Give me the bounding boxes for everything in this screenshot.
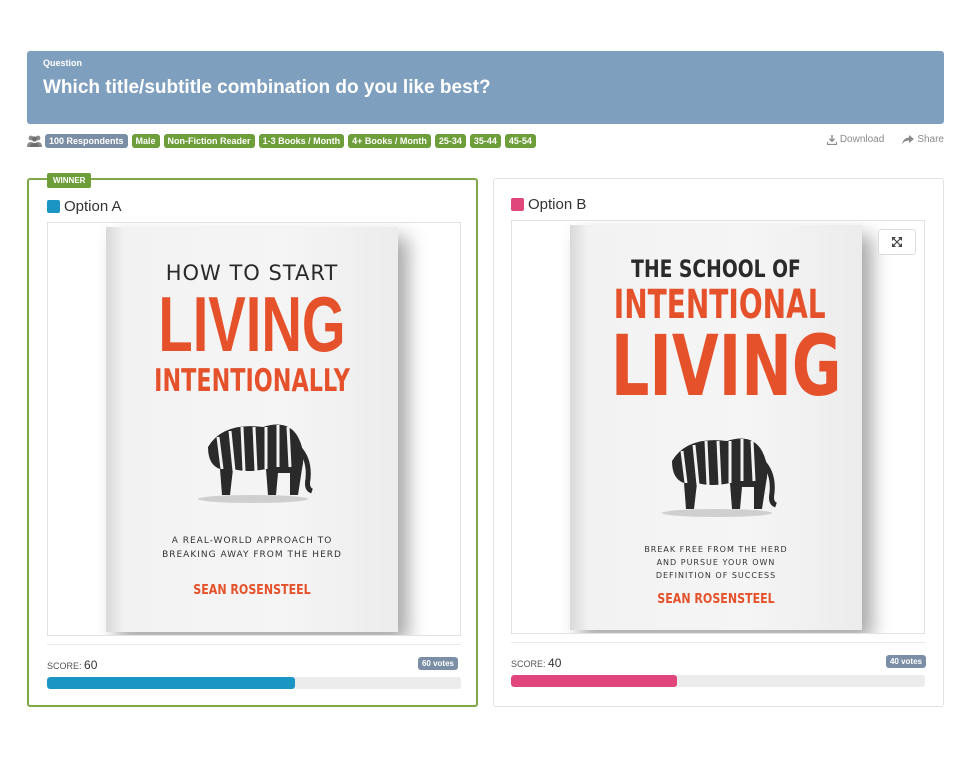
option-b-score-label: SCORE: — [511, 659, 546, 669]
option-a-book-cover: HOW TO START LIVING INTENTIONALLY A REAL… — [106, 227, 398, 632]
option-b-card[interactable]: Option B THE SCHOOL OF INTENTIONAL LIVIN… — [493, 178, 944, 707]
result-actions: Download Share — [826, 134, 944, 145]
book-a-subtitle-line2: BREAKING AWAY FROM THE HERD — [162, 550, 342, 560]
option-b-votes-badge: 40 votes — [885, 655, 926, 668]
question-text: Which title/subtitle combination do you … — [43, 77, 491, 98]
filter-tags: 100 Respondents Male Non-Fiction Reader … — [45, 134, 536, 148]
book-a-title-line2: LIVING — [158, 280, 346, 368]
book-b-title-line1: THE SCHOOL OF — [631, 255, 801, 283]
tag-age-25-34: 25-34 — [434, 134, 466, 148]
share-icon — [902, 134, 915, 144]
share-link[interactable]: Share — [902, 134, 944, 145]
book-b-title-line3: LIVING — [610, 317, 842, 415]
option-b-swatch — [511, 198, 524, 211]
winner-badge: WINNER — [47, 173, 92, 188]
zebra-elephant-illustration — [198, 424, 314, 503]
book-a-author: SEAN ROSENSTEEL — [193, 583, 311, 598]
download-link[interactable]: Download — [826, 134, 885, 145]
tag-age-35-44: 35-44 — [469, 134, 501, 148]
tag-respondents: 100 Respondents — [45, 134, 128, 148]
book-b-subtitle-line3: DEFINITION OF SUCCESS — [655, 571, 777, 580]
people-icon — [27, 135, 42, 147]
option-a-score: SCORE: 60 — [47, 658, 97, 672]
option-a-score-fill — [47, 677, 296, 689]
tag-age-45-54: 45-54 — [504, 134, 536, 148]
tag-books-1-3: 1-3 Books / Month — [258, 134, 345, 148]
option-b-book-cover: THE SCHOOL OF INTENTIONAL LIVING BREAK F… — [570, 225, 862, 630]
option-b-score-value: 40 — [548, 656, 562, 670]
zebra-elephant-illustration — [662, 438, 778, 517]
expand-button[interactable] — [878, 229, 916, 255]
option-a-label: Option A — [64, 198, 122, 215]
option-b-score: SCORE: 40 — [511, 656, 561, 670]
option-b-label: Option B — [528, 196, 587, 213]
option-b-image[interactable]: THE SCHOOL OF INTENTIONAL LIVING BREAK F… — [511, 220, 925, 634]
respondent-filters-row: 100 Respondents Male Non-Fiction Reader … — [27, 134, 944, 150]
book-a-title-line3: INTENTIONALLY — [154, 363, 350, 399]
question-label: Question — [43, 58, 83, 68]
option-a-swatch — [47, 200, 60, 213]
option-b-title: Option B — [511, 196, 586, 213]
option-b-score-fill — [511, 675, 677, 687]
option-a-card[interactable]: WINNER Option A HOW TO START LIVING INTE… — [27, 173, 478, 707]
option-a-score-label: SCORE: — [47, 661, 82, 671]
book-b-subtitle-line1: BREAK FREE FROM THE HERD — [644, 545, 788, 554]
option-b-score-bar — [511, 675, 925, 687]
book-b-subtitle-line2: AND PURSUE YOUR OWN — [656, 558, 776, 567]
expand-icon — [892, 237, 902, 247]
book-a-subtitle-line1: A REAL-WORLD APPROACH TO — [171, 536, 333, 546]
download-icon — [826, 134, 837, 145]
question-banner: Question Which title/subtitle combinatio… — [27, 51, 944, 124]
option-a-image[interactable]: HOW TO START LIVING INTENTIONALLY A REAL… — [47, 222, 461, 636]
tag-books-4plus: 4+ Books / Month — [348, 134, 431, 148]
download-label: Download — [839, 134, 885, 145]
tag-reader-type: Non-Fiction Reader — [163, 134, 255, 148]
option-a-score-bar — [47, 677, 461, 689]
share-label: Share — [917, 134, 944, 145]
tag-gender: Male — [131, 134, 160, 148]
option-a-divider — [47, 644, 461, 645]
option-b-divider — [511, 642, 925, 643]
option-a-score-value: 60 — [84, 658, 98, 672]
option-a-title: Option A — [47, 198, 122, 215]
option-a-votes-badge: 60 votes — [417, 657, 458, 670]
book-b-author: SEAN ROSENSTEEL — [657, 592, 775, 607]
